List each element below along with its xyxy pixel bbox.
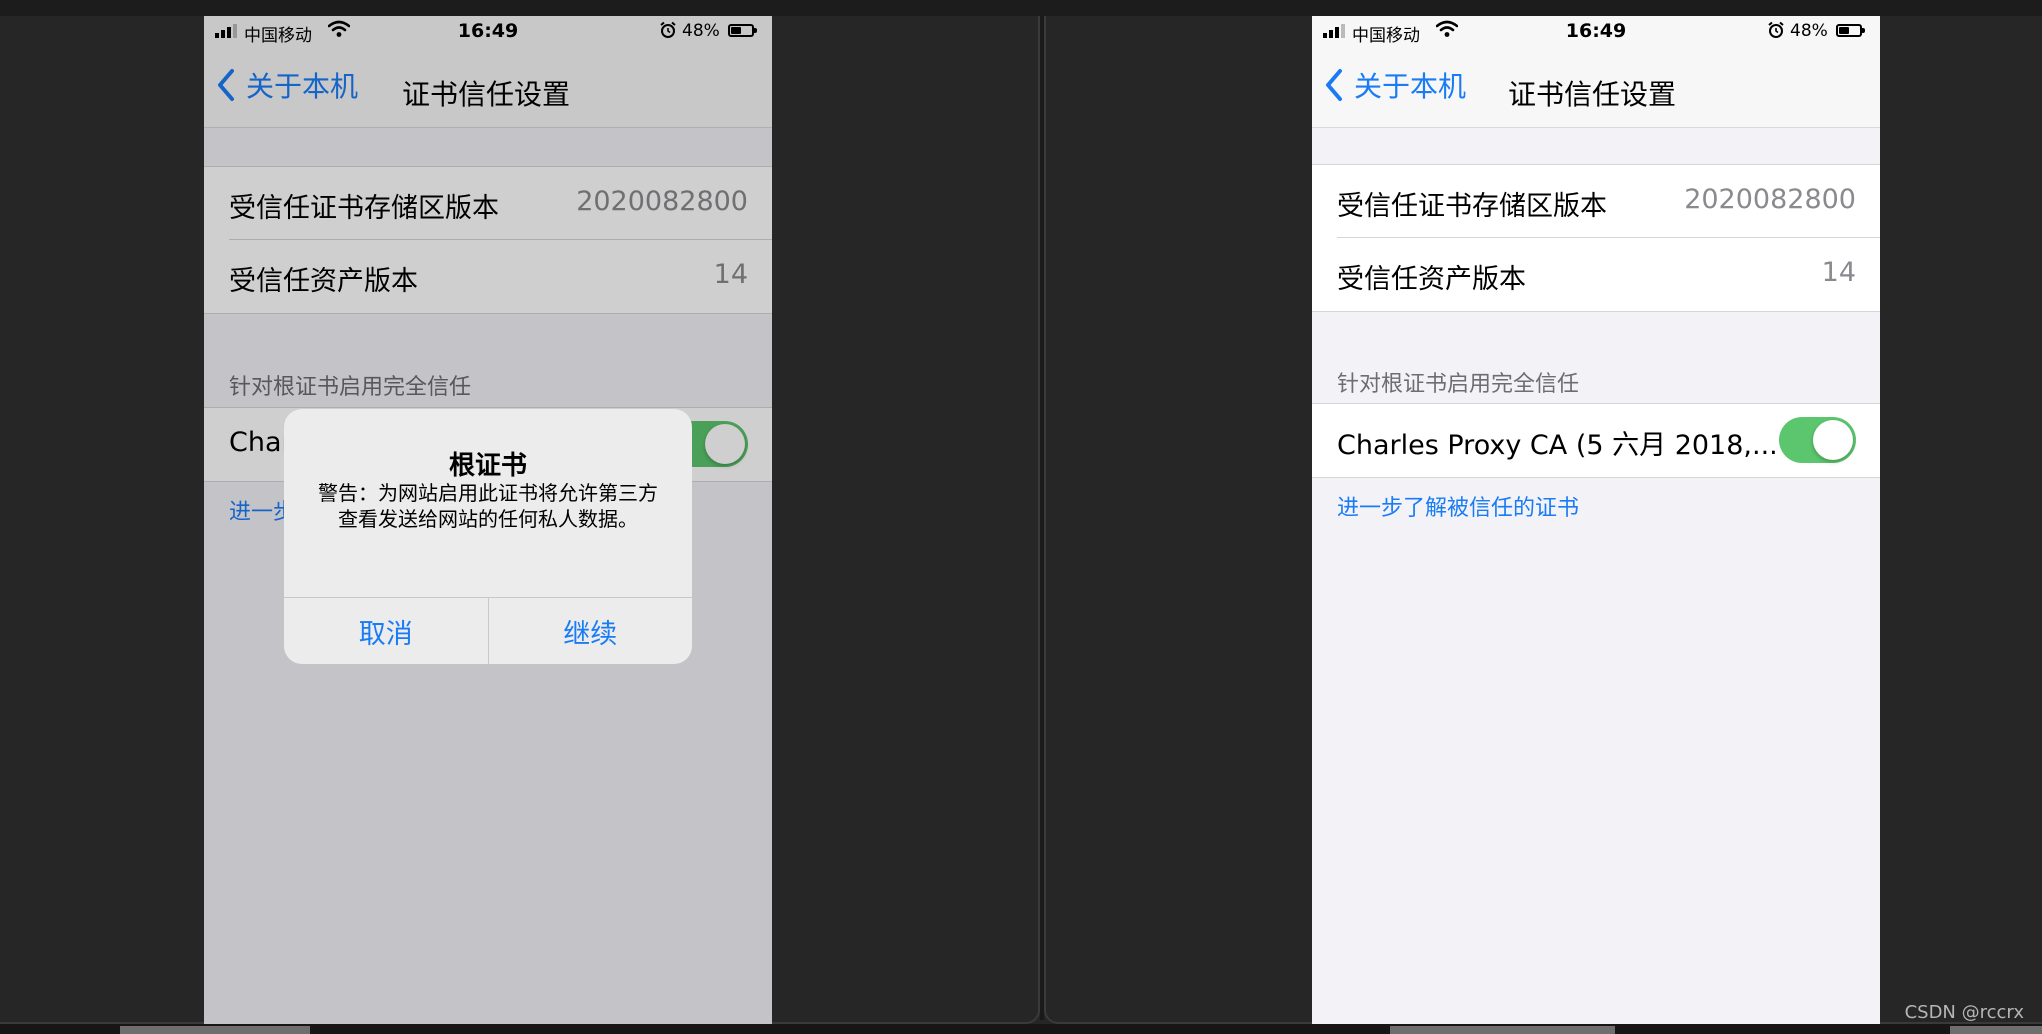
back-button[interactable]: 关于本机 [1324, 60, 1466, 110]
alert-message: 警告：为网站启用此证书将允许第三方查看发送给网站的任何私人数据。 [318, 481, 658, 531]
alert-title: 根证书 [448, 451, 527, 481]
phone-screen-left: 中国移动 16:49 48% 关于本机 证书信任设置 受信任证书存储区版本 20… [204, 16, 772, 1024]
section-header: 针对根证书启用完全信任 [1337, 372, 1580, 397]
store-row-label: 受信任资产版本 [1337, 264, 1526, 295]
taskbar-segment [1950, 1026, 2042, 1034]
chevron-left-icon [1326, 69, 1342, 101]
phone-screen-right: 中国移动 16:49 48% 关于本机 证书信任设置 受信任证书存储区版本 20… [1312, 16, 1880, 1024]
window-divider [1040, 16, 1044, 1020]
status-bar: 中国移动 16:49 48% [1312, 16, 1880, 46]
root-certificate-alert: 根证书 警告：为网站启用此证书将允许第三方查看发送给网站的任何私人数据。 取消 … [284, 409, 692, 664]
store-row-value: 2020082800 [1684, 184, 1856, 215]
navigation-bar: 关于本机 证书信任设置 [1312, 46, 1880, 128]
certificate-label: Charles Proxy CA (5 六月 2018,... [1337, 430, 1778, 461]
store-row-label: 受信任证书存储区版本 [1337, 191, 1607, 222]
store-version-group: 受信任证书存储区版本 2020082800 受信任资产版本 14 [1312, 164, 1880, 312]
desktop-bottom-strip [0, 1024, 2042, 1034]
watermark: CSDN @rccrx [1904, 1002, 2024, 1023]
store-row-value: 14 [1821, 257, 1856, 288]
page-title: 证书信任设置 [1508, 78, 1677, 111]
taskbar-segment [120, 1026, 310, 1034]
cancel-button[interactable]: 取消 [284, 598, 488, 664]
alert-actions: 取消 继续 [284, 597, 692, 664]
store-row: 受信任证书存储区版本 2020082800 [1312, 165, 1880, 238]
battery-percent: 48% [1790, 21, 1828, 41]
toggle-knob [1813, 420, 1853, 460]
taskbar-segment [1390, 1026, 1615, 1034]
back-label: 关于本机 [1354, 70, 1467, 103]
certificate-trust-toggle[interactable] [1779, 417, 1856, 463]
store-row: 受信任资产版本 14 [1312, 238, 1880, 311]
certificate-row[interactable]: Charles Proxy CA (5 六月 2018,... [1312, 404, 1880, 477]
continue-button[interactable]: 继续 [487, 598, 693, 664]
certificate-group: Charles Proxy CA (5 六月 2018,... [1312, 403, 1880, 478]
learn-more-link[interactable]: 进一步了解被信任的证书 [1337, 490, 1579, 522]
battery-icon [1836, 24, 1865, 37]
desktop-top-strip [0, 0, 2042, 16]
alarm-icon [1768, 21, 1784, 38]
